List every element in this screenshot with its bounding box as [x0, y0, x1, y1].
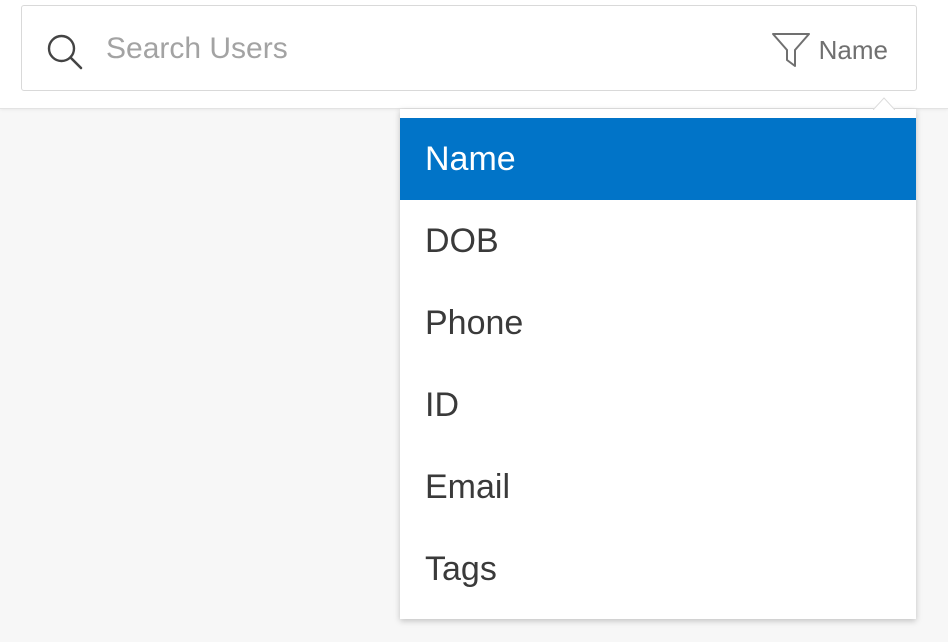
search-box[interactable]: Name: [21, 5, 917, 91]
menu-item-email[interactable]: Email: [400, 446, 916, 528]
menu-item-id[interactable]: ID: [400, 364, 916, 446]
filter-funnel-icon: [771, 30, 811, 70]
filter-button[interactable]: Name: [771, 30, 888, 70]
menu-item-phone[interactable]: Phone: [400, 282, 916, 364]
dropdown-caret-icon: [873, 97, 895, 110]
search-icon: [46, 33, 84, 71]
filter-label: Name: [818, 34, 888, 65]
menu-item-tags[interactable]: Tags: [400, 528, 916, 610]
filter-dropdown-menu: Name DOB Phone ID Email Tags: [400, 109, 916, 619]
search-input[interactable]: [106, 28, 626, 70]
menu-item-dob[interactable]: DOB: [400, 200, 916, 282]
menu-item-name[interactable]: Name: [400, 118, 916, 200]
search-header: Name: [0, 0, 948, 109]
